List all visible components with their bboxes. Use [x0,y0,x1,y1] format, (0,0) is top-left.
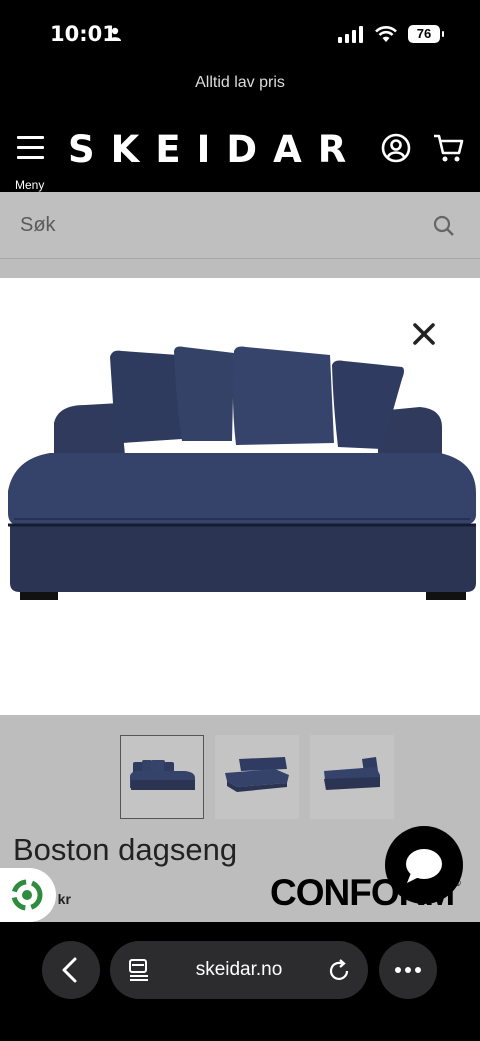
chevron-left-icon [62,957,77,983]
reload-icon[interactable] [329,958,351,982]
site-header: Meny SKEIDAR [0,122,480,192]
status-icons: 76 [338,25,444,43]
battery-indicator: 76 [408,25,444,43]
eco-badge[interactable] [0,868,56,922]
more-dots-icon [395,967,421,973]
signal-icon [338,25,363,43]
thumbnail-image [130,760,195,790]
wifi-icon [375,26,397,42]
back-button[interactable] [42,941,100,999]
product-image [8,346,476,600]
account-icon[interactable] [380,132,412,164]
search-icon[interactable] [432,214,456,238]
thumbnail-angle[interactable] [215,735,299,819]
search-input[interactable] [0,192,480,258]
status-time: 10:01 [50,22,117,46]
status-bar: 10:01 76 [0,0,480,70]
cart-icon[interactable] [432,131,466,165]
menu-label: Meny [15,178,45,192]
person-icon [109,27,121,41]
recycle-icon [11,879,43,911]
address-bar[interactable]: skeidar.no [110,941,368,999]
hamburger-icon [14,134,50,159]
search-bar [0,192,480,258]
thumbnail-side[interactable] [310,735,394,819]
site-logo[interactable]: SKEIDAR [68,128,362,171]
product-title: Boston dagseng [13,832,238,867]
promo-banner: Alltid lav pris [195,74,285,91]
thumbnail-image [225,757,289,792]
thumbnail-strip [0,735,480,820]
image-lightbox [0,278,480,715]
more-button[interactable] [379,941,437,999]
chat-bubble-icon [406,849,442,883]
menu-button[interactable]: Meny [14,134,50,192]
chat-button[interactable] [385,826,463,904]
thumbnail-image [324,757,380,790]
thumbnail-front[interactable] [120,735,204,819]
browser-toolbar: skeidar.no [0,922,480,1041]
